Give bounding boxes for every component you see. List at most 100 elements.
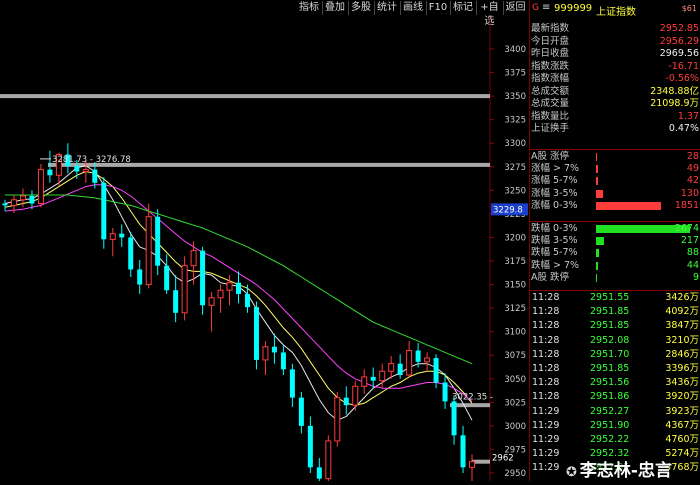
stock-name: 上证指数: [596, 7, 636, 18]
breadth-value: 9: [692, 271, 699, 283]
breadth-up-row: 涨幅 3-5% 130: [530, 188, 700, 199]
candle-body: [361, 376, 368, 387]
toolbar-button-back[interactable]: 返回: [503, 1, 528, 15]
breadth-value: 28: [686, 151, 699, 162]
axis-tick-label: 3025: [504, 398, 526, 408]
menu-icon[interactable]: ≡: [542, 2, 550, 13]
toolbar-button-indicator[interactable]: 指标: [296, 1, 323, 15]
breadth-label: 跌幅 0-3%: [531, 223, 578, 234]
axis-tick-label: 3125: [504, 304, 526, 314]
quote-row: 总成交量 21098.9万: [530, 98, 700, 109]
quote-row: 上证换手 0.47%: [530, 123, 700, 134]
quote-row-value: 1.37: [677, 110, 699, 122]
tick-row: 11:29 2952.27 3923万: [530, 406, 700, 418]
kline-chart[interactable]: 3400337533503325330032753250322532003175…: [0, 17, 528, 485]
panel-separator: [530, 149, 700, 150]
tick-price: 2952.22: [590, 434, 630, 445]
candle-body: [253, 307, 259, 360]
toolbar-button-f10[interactable]: F10: [426, 1, 451, 15]
tick-volume: 3920万: [665, 391, 699, 403]
candles: [2, 143, 475, 485]
tick-price: 2951.90: [590, 419, 630, 431]
tick-price: 2951.55: [590, 292, 630, 303]
breadth-value: 217: [680, 235, 699, 247]
axis-tick-label: 3050: [504, 375, 526, 385]
tick-price: 2951.70: [590, 348, 630, 360]
breadth-value: 42: [686, 175, 699, 187]
axis-tick-label: 2950: [504, 469, 526, 479]
candle-body: [74, 165, 80, 172]
tick-volume: 3847万: [665, 320, 699, 332]
right-price-label: 3022.35 -: [452, 393, 493, 403]
tick-row: 11:28 2951.56 3436万: [530, 377, 700, 389]
tick-row: 11:28 2951.70 2846万: [530, 349, 700, 361]
candle-body: [2, 203, 8, 206]
axis-tick-label: 3375: [504, 69, 526, 79]
candle-body: [128, 237, 134, 270]
quote-row: 最新指数 2952.85: [530, 23, 700, 34]
breadth-up-row: 涨幅 > 7% 49: [530, 163, 700, 174]
chart-grid: [0, 17, 491, 481]
candle-body: [82, 169, 89, 172]
tick-price: 2952.27: [590, 405, 630, 417]
toolbar-button-mark[interactable]: 标记: [450, 1, 477, 15]
breadth-down-row: 跌幅 > 7% 44: [530, 260, 700, 271]
candle-body: [10, 199, 17, 206]
axis-tick-label: 3325: [504, 116, 526, 126]
breadth-value: 44: [686, 259, 699, 271]
candle-body: [244, 293, 250, 308]
tick-price: 2951.85: [590, 363, 630, 374]
candle-body: [181, 265, 188, 314]
quote-panel: G ≡ 999999 上证指数 $61 最新指数 2952.85 今日开盘 2956.…: [529, 0, 700, 481]
candle-body: [325, 440, 332, 480]
quote-row: 昨日收盘 2969.56: [530, 48, 700, 59]
breadth-down-bar: [596, 261, 598, 270]
level-tag: $61: [681, 4, 697, 13]
candle-body: [173, 290, 179, 313]
quote-row-value: 21098.9万: [650, 98, 699, 109]
breadth-value: 1851: [674, 199, 699, 211]
chart-toolbar: 指标 叠加 多股 统计 画线 F10 标记 +自选 返回: [0, 0, 528, 27]
candle-body: [388, 363, 395, 372]
panel-separator: [530, 290, 700, 291]
axis-tick-label: 3400: [504, 45, 526, 55]
candle-body: [316, 467, 322, 479]
breadth-up-bar: [596, 189, 603, 198]
tick-time: 11:28: [532, 377, 560, 389]
quote-row-label: 今日开盘: [531, 35, 570, 47]
candle-body: [406, 350, 413, 376]
candle-body: [29, 195, 35, 204]
high-price-label: 3281.73 - 3276.78: [52, 155, 131, 165]
quote-row-value: 2952.85: [659, 23, 699, 34]
kline-chart-svg: 3400337533503325330032753250322532003175…: [0, 17, 528, 485]
candle-body: [334, 397, 341, 442]
candle-body: [460, 435, 466, 468]
candle-body: [262, 346, 269, 361]
tick-volume: 4092万: [665, 306, 699, 318]
tick-time: 11:29: [532, 419, 560, 431]
toolbar-button-multi-stock[interactable]: 多股: [348, 1, 375, 15]
tick-time: 11:28: [532, 306, 560, 318]
quote-row-label: 总成交量: [531, 98, 570, 109]
quote-row: 指数涨幅 -0.56%: [530, 73, 700, 84]
breadth-up-bar: [596, 153, 597, 161]
axis-tick-label: 3175: [504, 257, 526, 267]
toolbar-button-draw[interactable]: 画线: [400, 1, 427, 15]
toolbar-button-overlay[interactable]: 叠加: [322, 1, 349, 15]
tick-price: 2951.85: [590, 306, 630, 318]
tick-price: 2952.08: [590, 334, 630, 346]
candle-body: [190, 250, 197, 267]
candle-body: [92, 169, 98, 183]
toolbar-button-add-favorite[interactable]: +自选: [476, 1, 504, 27]
toolbar-button-stats[interactable]: 统计: [374, 1, 401, 15]
breadth-down-row: 跌幅 3-5% 217: [530, 235, 700, 246]
group-icon[interactable]: G: [532, 3, 539, 13]
tick-time: 11:29: [532, 462, 560, 474]
breadth-label: 涨幅 0-3%: [531, 199, 578, 211]
candle-body: [343, 397, 349, 406]
breadth-up-row: 涨幅 0-3% 1851: [530, 200, 700, 211]
tick-row: 11:29 2952.22 4760万: [530, 434, 700, 446]
axis-tick-label: 3300: [504, 139, 526, 149]
breadth-value: 130: [680, 187, 699, 199]
breadth-value: 88: [686, 247, 699, 259]
